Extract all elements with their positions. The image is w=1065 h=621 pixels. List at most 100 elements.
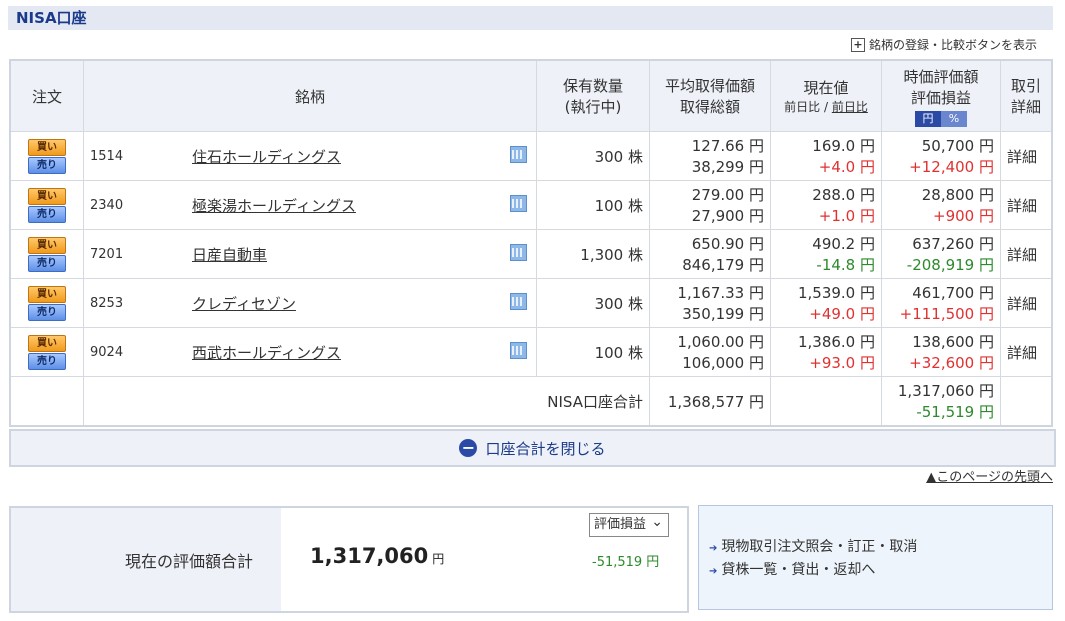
buy-button[interactable]: 買い xyxy=(28,187,66,205)
buy-button[interactable]: 買い xyxy=(28,334,66,352)
links-box: ➔ 現物取引注文照会・訂正・取消 ➔ 貸株一覧・貸出・返却へ xyxy=(698,505,1053,610)
detail-link[interactable]: 詳細 xyxy=(1007,344,1037,362)
total-label: NISA口座合計 xyxy=(83,376,650,427)
header-detail: 取引 詳細 xyxy=(1000,59,1053,132)
table-row: 買い 売り 8253 クレディセゾン 300 株 1,167.33 円 350,1… xyxy=(9,278,1053,328)
header-avg-line1: 平均取得価額 xyxy=(664,77,755,95)
order-inquiry-link[interactable]: ➔ 現物取引注文照会・訂正・取消 xyxy=(709,536,917,556)
buy-button[interactable]: 買い xyxy=(28,138,66,156)
stock-name-link[interactable]: 住石ホールディングス xyxy=(192,148,341,166)
chart-icon[interactable] xyxy=(509,292,527,310)
header-detail-line2: 詳細 xyxy=(1010,98,1041,116)
total-empty-cell xyxy=(9,376,84,427)
header-price-sub-b-link[interactable]: 前日比 xyxy=(832,100,868,114)
avg-cell: 1,167.33 円 350,199 円 xyxy=(649,278,771,328)
market-value: 50,700 円 xyxy=(921,137,994,155)
header-eval: 時価評価額 評価損益 円 % xyxy=(881,59,1001,132)
avg-cell: 127.66 円 38,299 円 xyxy=(649,131,771,181)
profit-loss: +111,500 円 xyxy=(899,305,994,323)
summary-unit: 円 xyxy=(432,552,445,566)
summary-mode-select[interactable]: 評価損益 xyxy=(589,511,669,537)
price-cell: 169.0 円 +4.0 円 xyxy=(770,131,882,181)
detail-link[interactable]: 詳細 xyxy=(1007,148,1037,166)
toggle-pct-button[interactable]: % xyxy=(941,110,967,127)
header-eval-line2: 評価損益 xyxy=(910,88,971,107)
stock-code: 2340 xyxy=(83,180,186,230)
price-cell: 1,386.0 円 +93.0 円 xyxy=(770,327,882,377)
qty-cell: 100 株 xyxy=(536,327,650,377)
buy-button[interactable]: 買い xyxy=(28,236,66,254)
total-eval-cell: 1,317,060 円 -51,519 円 xyxy=(881,376,1001,427)
eval-cell: 28,800 円 +900 円 xyxy=(881,180,1001,230)
price-cell: 1,539.0 円 +49.0 円 xyxy=(770,278,882,328)
total-cost: 846,179 円 xyxy=(682,256,764,274)
page-top-link[interactable]: ▲このページの先頭へ xyxy=(926,466,1053,485)
total-cost: 106,000 円 xyxy=(682,354,764,372)
avg-price: 1,060.00 円 xyxy=(677,333,764,351)
header-qty-line2: (執行中) xyxy=(564,98,622,116)
header-eval-line1: 時価評価額 xyxy=(903,67,979,86)
detail-cell: 詳細 xyxy=(1000,327,1053,377)
total-cost: 38,299 円 xyxy=(691,158,764,176)
total-cost: 350,199 円 xyxy=(682,305,764,323)
summary-amount: 1,317,060 xyxy=(310,544,429,568)
sell-button[interactable]: 売り xyxy=(28,254,66,272)
detail-link[interactable]: 詳細 xyxy=(1007,295,1037,313)
sell-button[interactable]: 売り xyxy=(28,205,66,223)
plus-icon: + xyxy=(850,37,865,52)
sell-button[interactable]: 売り xyxy=(28,352,66,370)
total-market-value: 1,317,060 円 xyxy=(897,382,994,400)
show-compare-toggle[interactable]: + 銘柄の登録・比較ボタンを表示 xyxy=(850,36,1037,53)
close-total-label: 口座合計を閉じる xyxy=(485,439,606,458)
sell-button[interactable]: 売り xyxy=(28,156,66,174)
stock-code: 9024 xyxy=(83,327,186,377)
holdings-table: 注文 銘柄 保有数量 (執行中) 平均取得価額 取得総額 現在値 前日比 / 前… xyxy=(9,59,1053,427)
avg-price: 1,167.33 円 xyxy=(677,284,764,302)
header-price-sub-sep: / xyxy=(820,100,832,114)
avg-price: 650.90 円 xyxy=(691,235,764,253)
price-change: +93.0 円 xyxy=(809,354,875,372)
chart-cell xyxy=(500,278,537,328)
header-price: 現在値 前日比 / 前日比 xyxy=(770,59,882,132)
total-detail-empty xyxy=(1000,376,1053,427)
sell-button[interactable]: 売り xyxy=(28,303,66,321)
summary-select-value: 評価損益 xyxy=(594,517,647,532)
price-cell: 490.2 円 -14.8 円 xyxy=(770,229,882,279)
chart-icon[interactable] xyxy=(509,145,527,163)
price-change: +1.0 円 xyxy=(818,207,875,225)
detail-link[interactable]: 詳細 xyxy=(1007,246,1037,264)
order-cell: 買い 売り xyxy=(9,278,84,328)
chart-icon[interactable] xyxy=(509,194,527,212)
table-row: 買い 売り 1514 住石ホールディングス 300 株 127.66 円 38,2… xyxy=(9,131,1053,181)
qty-cell: 1,300 株 xyxy=(536,229,650,279)
toggle-yen-button[interactable]: 円 xyxy=(915,110,941,127)
current-price: 490.2 円 xyxy=(812,235,875,253)
chart-icon[interactable] xyxy=(509,243,527,261)
price-change: +49.0 円 xyxy=(809,305,875,323)
avg-price: 279.00 円 xyxy=(691,186,764,204)
stock-lending-link[interactable]: ➔ 貸株一覧・貸出・返却へ xyxy=(709,559,875,579)
eval-cell: 461,700 円 +111,500 円 xyxy=(881,278,1001,328)
order-inquiry-label: 現物取引注文照会・訂正・取消 xyxy=(721,539,918,555)
price-change: -14.8 円 xyxy=(816,256,875,274)
total-cost: 27,900 円 xyxy=(691,207,764,225)
profit-loss: +900 円 xyxy=(933,207,994,225)
stock-name-link[interactable]: 極楽湯ホールディングス xyxy=(192,197,356,215)
stock-lending-label: 貸株一覧・貸出・返却へ xyxy=(721,562,876,578)
stock-name-link[interactable]: 日産自動車 xyxy=(192,246,267,264)
header-price-sub-a: 前日比 xyxy=(784,100,821,114)
chart-icon[interactable] xyxy=(509,341,527,359)
chart-cell xyxy=(500,131,537,181)
price-cell: 288.0 円 +1.0 円 xyxy=(770,180,882,230)
stock-name-link[interactable]: 西武ホールディングス xyxy=(192,344,341,362)
stock-name-link[interactable]: クレディセゾン xyxy=(192,295,296,313)
chart-cell xyxy=(500,180,537,230)
header-detail-line1: 取引 xyxy=(1010,77,1041,95)
close-total-button[interactable]: − 口座合計を閉じる xyxy=(9,429,1056,467)
qty-cell: 100 株 xyxy=(536,180,650,230)
table-row: 買い 売り 2340 極楽湯ホールディングス 100 株 279.00 円 27,… xyxy=(9,180,1053,230)
qty-cell: 300 株 xyxy=(536,278,650,328)
detail-link[interactable]: 詳細 xyxy=(1007,197,1037,215)
buy-button[interactable]: 買い xyxy=(28,285,66,303)
total-price-empty xyxy=(770,376,882,427)
